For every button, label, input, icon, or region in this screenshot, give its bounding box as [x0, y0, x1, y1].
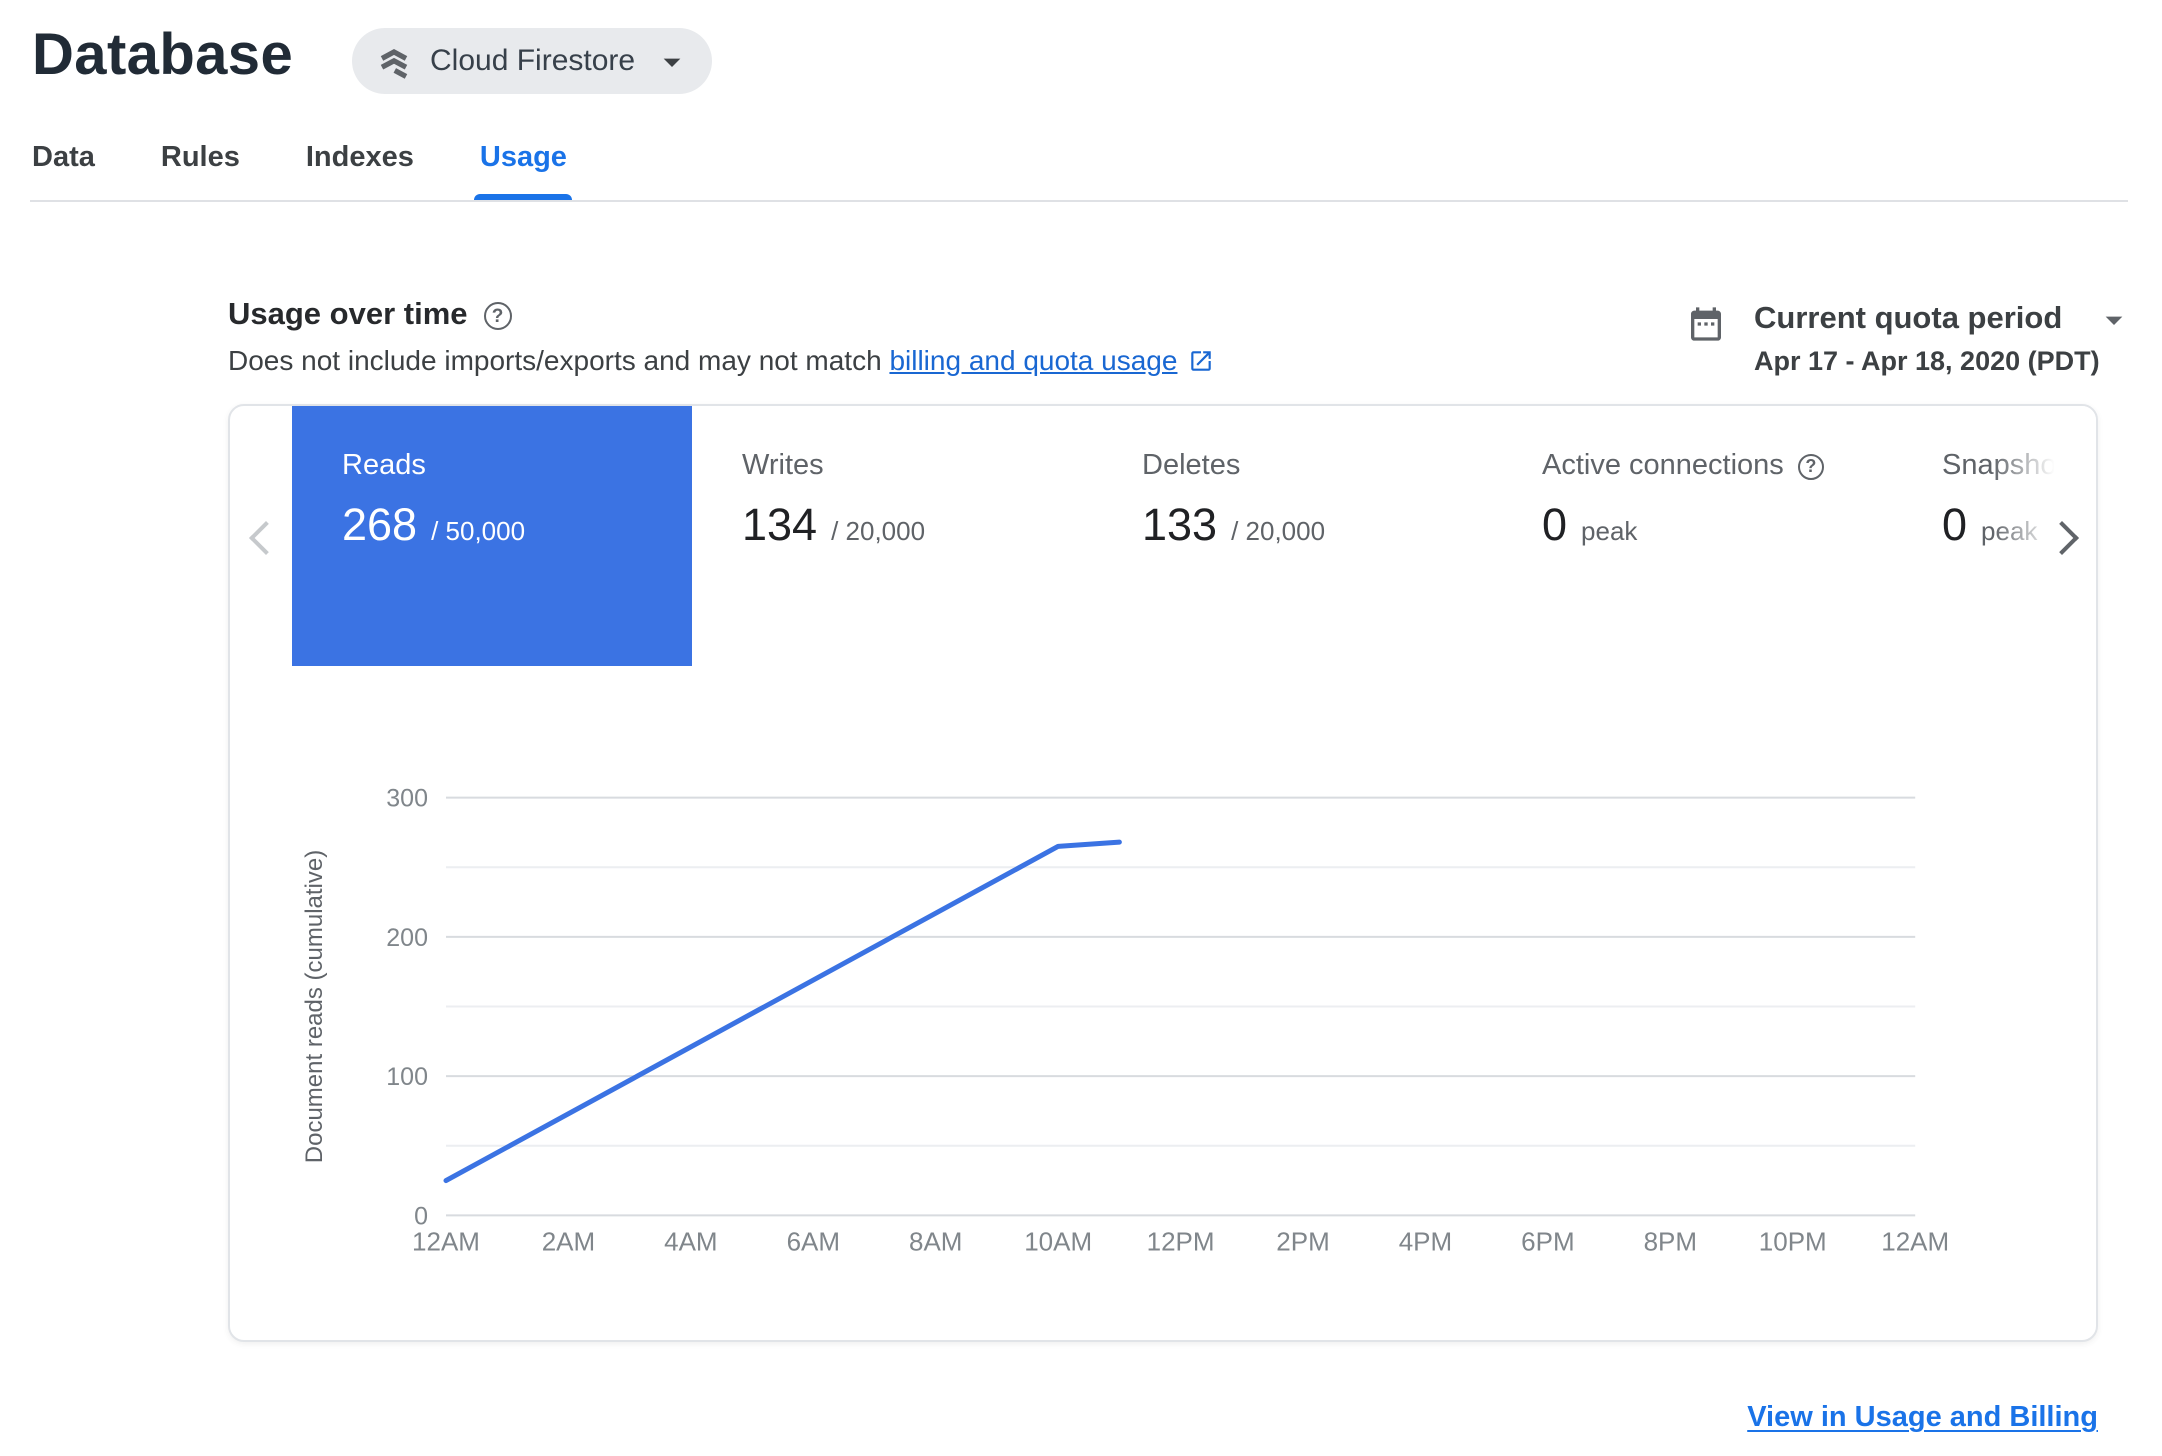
dropdown-caret-icon[interactable] [2094, 300, 2134, 340]
calendar-icon [1691, 307, 1721, 341]
svg-text:300: 300 [386, 785, 428, 813]
dropdown-caret-icon [662, 57, 680, 66]
quota-period-label: Current quota period [1754, 302, 2063, 336]
tab-bar: Data Rules Indexes Usage [30, 120, 2128, 202]
svg-text:10AM: 10AM [1024, 1226, 1092, 1256]
metric-limit: / 50,000 [431, 516, 526, 546]
svg-text:12PM: 12PM [1147, 1226, 1215, 1256]
svg-text:2AM: 2AM [542, 1226, 595, 1256]
help-icon[interactable]: ? [483, 302, 512, 330]
svg-text:Document reads (cumulative): Document reads (cumulative) [301, 850, 328, 1163]
tab-rules[interactable]: Rules [159, 142, 242, 200]
svg-text:6PM: 6PM [1521, 1226, 1574, 1256]
product-selector-dropdown[interactable]: Cloud Firestore [352, 28, 712, 94]
usage-heading-label: Usage over time [228, 298, 468, 332]
metric-name: Active connections [1542, 450, 1784, 482]
firebase-console-page: Database Cloud Firestore Data Rules Inde… [0, 0, 2162, 1456]
metric-tile-active-connections[interactable]: Active connections ? 0 peak [1492, 406, 1892, 666]
svg-text:10PM: 10PM [1759, 1226, 1827, 1256]
metric-tile-deletes[interactable]: Deletes 133 / 20,000 [1092, 406, 1492, 666]
svg-text:12AM: 12AM [412, 1226, 480, 1256]
tab-indexes[interactable]: Indexes [304, 142, 416, 200]
view-usage-billing-link[interactable]: View in Usage and Billing [1747, 1402, 2098, 1434]
product-selector-label: Cloud Firestore [430, 44, 636, 78]
metric-value: 0 [1942, 500, 1968, 550]
quota-period-range: Apr 17 - Apr 18, 2020 (PDT) [1754, 346, 2100, 376]
metric-limit: / 20,000 [831, 516, 926, 546]
metric-value: 268 [342, 500, 418, 550]
svg-text:4PM: 4PM [1399, 1226, 1452, 1256]
svg-text:6AM: 6AM [787, 1226, 840, 1256]
usage-description-text: Does not include imports/exports and may… [228, 344, 890, 376]
metric-limit: peak [1581, 516, 1638, 546]
usage-card: Reads 268 / 50,000 Writes 134 / 20,000 D… [228, 404, 2098, 1342]
help-icon[interactable]: ? [1797, 453, 1824, 479]
quota-period-selector[interactable]: Current quota period Apr 17 - Apr 18, 20… [1686, 300, 2134, 376]
metric-name: Writes [742, 450, 824, 482]
metric-tile-reads[interactable]: Reads 268 / 50,000 [292, 406, 692, 666]
usage-over-time-heading: Usage over time ? [228, 298, 512, 334]
billing-and-quota-usage-link[interactable]: billing and quota usage [889, 344, 1213, 376]
metric-value: 134 [742, 500, 818, 550]
chevron-left-icon[interactable] [249, 521, 283, 555]
metric-name: Reads [342, 450, 426, 482]
metric-value: 0 [1542, 500, 1568, 550]
metric-value: 133 [1142, 500, 1218, 550]
metric-name: Deletes [1142, 450, 1241, 482]
svg-text:200: 200 [386, 924, 428, 952]
usage-chart: 010020030012AM 2AM 4AM 6AM 8AM 10AM 12PM 2PM 4PM… [301, 785, 1949, 1257]
metric-limit: / 20,000 [1231, 516, 1326, 546]
svg-text:12AM: 12AM [1881, 1226, 1949, 1256]
firestore-icon [380, 48, 408, 78]
svg-text:8AM: 8AM [909, 1226, 962, 1256]
svg-text:100: 100 [386, 1063, 428, 1091]
open-in-new-icon [1190, 351, 1211, 371]
svg-text:4AM: 4AM [664, 1226, 717, 1256]
page-title: Database [32, 24, 294, 88]
usage-description: Does not include imports/exports and may… [228, 342, 1213, 380]
tab-usage[interactable]: Usage [473, 142, 572, 200]
svg-text:2PM: 2PM [1276, 1226, 1329, 1256]
chevron-right-icon[interactable] [2045, 521, 2079, 555]
tile-row-fade [1992, 406, 2096, 666]
tab-data[interactable]: Data [30, 142, 97, 200]
svg-text:8PM: 8PM [1644, 1226, 1697, 1256]
metric-tile-writes[interactable]: Writes 134 / 20,000 [692, 406, 1092, 666]
